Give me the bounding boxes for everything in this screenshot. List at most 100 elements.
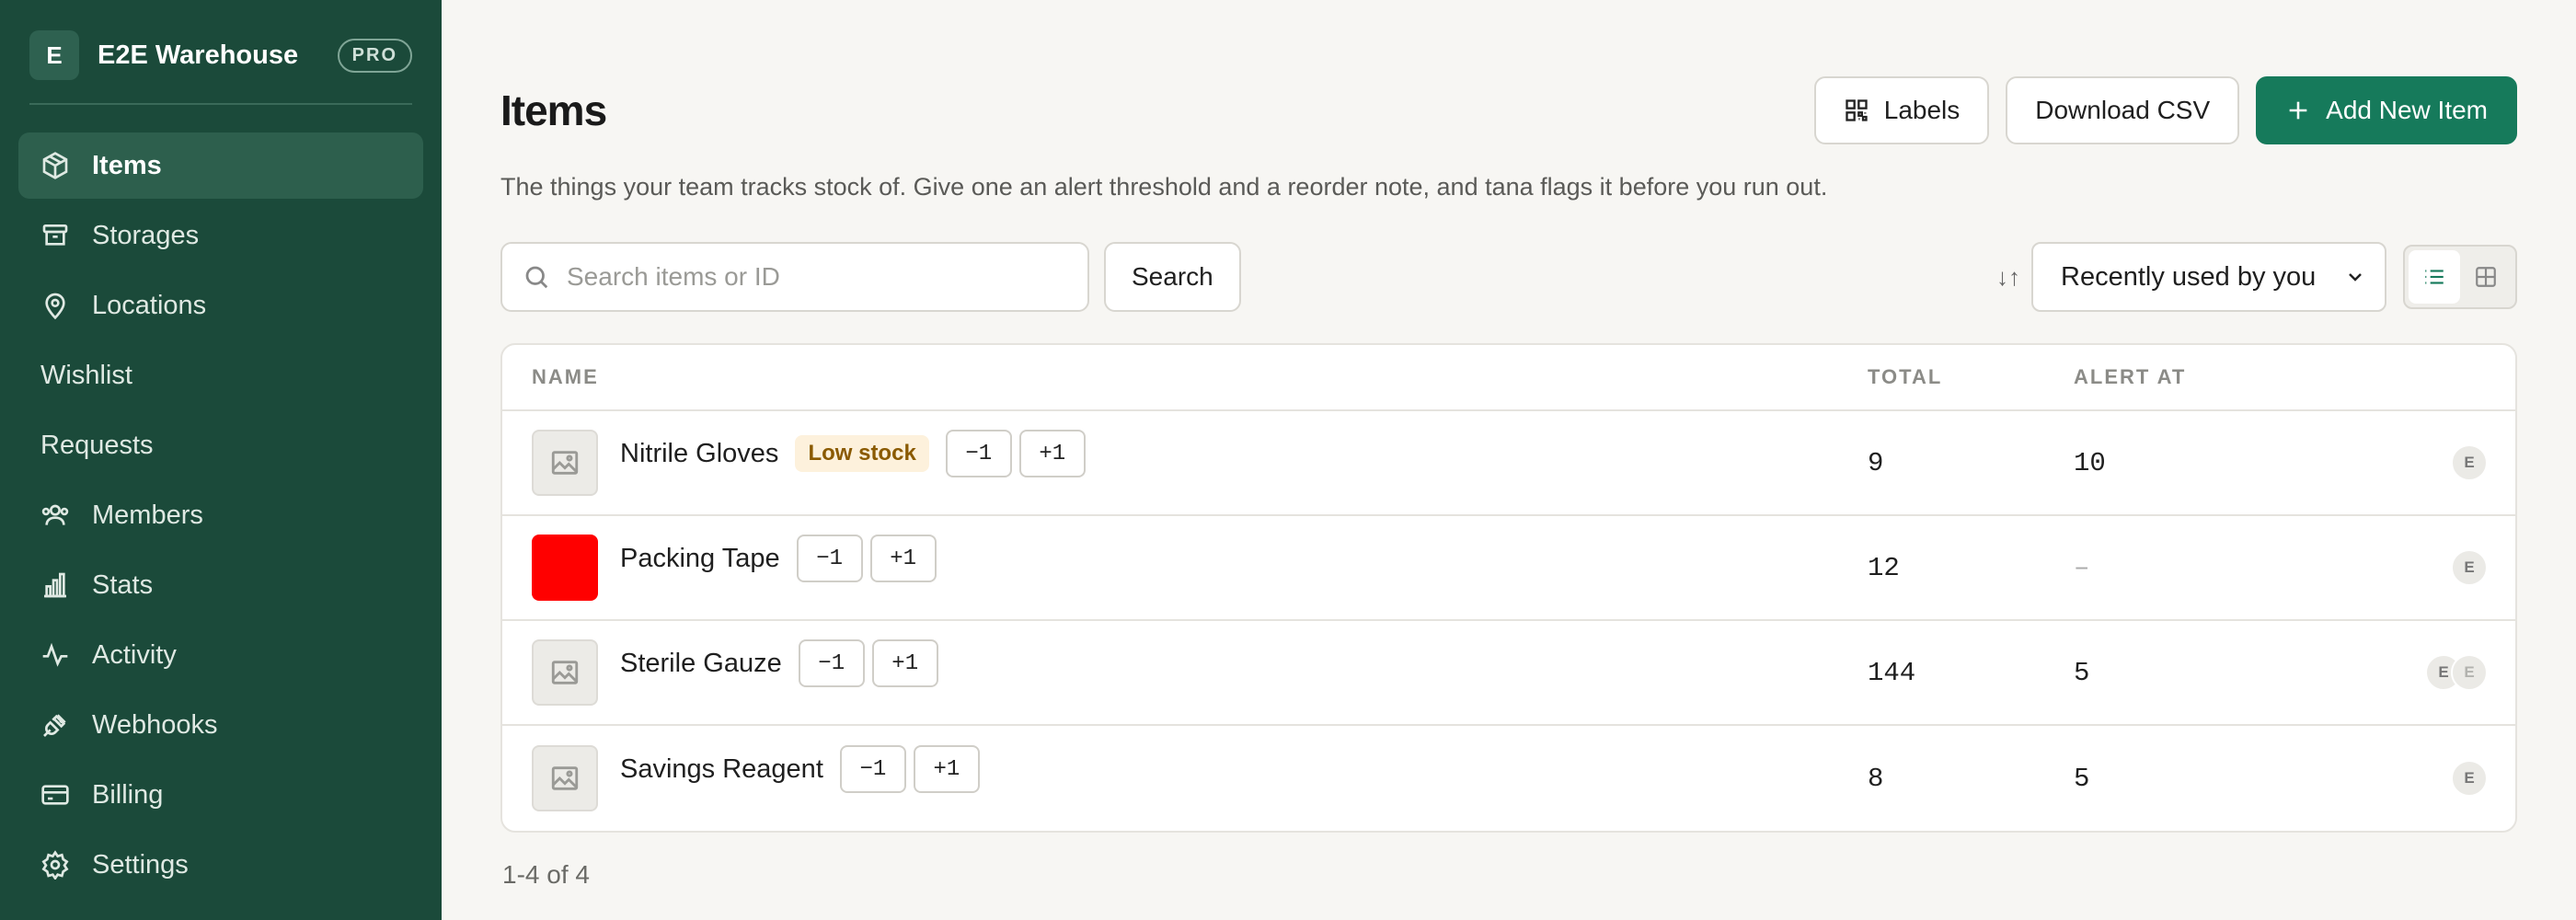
sidebar-item-wishlist[interactable]: Wishlist: [18, 342, 423, 408]
item-total: 144: [1868, 657, 1916, 688]
search-button[interactable]: Search: [1104, 242, 1241, 312]
download-csv-button[interactable]: Download CSV: [2006, 76, 2240, 144]
workspace-avatar: E: [29, 30, 79, 80]
recent-users: E: [2451, 760, 2488, 797]
low-stock-badge: Low stock: [795, 435, 929, 472]
recent-users: E: [2451, 444, 2488, 481]
sidebar-item-members[interactable]: Members: [18, 482, 423, 548]
recent-users: E E: [2425, 654, 2488, 691]
add-new-item-button[interactable]: Add New Item: [2256, 76, 2517, 144]
activity-icon: [40, 640, 70, 670]
sidebar-item-billing[interactable]: Billing: [18, 762, 423, 828]
increment-button[interactable]: +1: [871, 639, 938, 687]
item-alert-threshold: 10: [2074, 447, 2106, 478]
increment-button[interactable]: +1: [869, 535, 937, 582]
workspace-name: E2E Warehouse: [98, 40, 299, 70]
pagination-count: 1-4 of 4: [502, 860, 590, 889]
column-header-alert[interactable]: ALERT AT: [2074, 365, 2515, 389]
sort-select[interactable]: Recently used by you: [2031, 242, 2386, 312]
sidebar-divider: [29, 103, 412, 105]
sidebar-item-webhooks[interactable]: Webhooks: [18, 692, 423, 758]
table-row[interactable]: Savings Reagent −1 +1 8 5 E: [502, 726, 2515, 831]
items-table: NAME TOTAL ALERT AT Nitrile Gloves Low s…: [500, 343, 2517, 833]
column-header-total[interactable]: TOTAL: [1868, 365, 2074, 389]
table-row[interactable]: Sterile Gauze −1 +1 144 5 E E: [502, 621, 2515, 726]
search-icon: [525, 266, 548, 289]
item-total: 9: [1868, 447, 1884, 478]
sidebar-item-label: Stats: [92, 569, 154, 600]
quantity-stepper: −1 +1: [839, 745, 987, 793]
search-field[interactable]: [500, 242, 1089, 312]
workspace-switcher[interactable]: E E2E Warehouse PRO: [18, 28, 423, 83]
download-csv-label: Download CSV: [2035, 96, 2211, 124]
recent-users: E: [2451, 549, 2488, 586]
quantity-stepper: −1 +1: [796, 535, 944, 582]
decrement-button[interactable]: −1: [796, 535, 863, 582]
decrement-button[interactable]: −1: [798, 639, 865, 687]
grid-view-button[interactable]: [2460, 250, 2512, 304]
labels-button-label: Labels: [1883, 96, 1961, 124]
box-icon: [40, 151, 70, 180]
sidebar-item-locations[interactable]: Locations: [18, 272, 423, 339]
sidebar-item-label: Locations: [92, 290, 207, 320]
item-name[interactable]: Sterile Gauze: [620, 649, 782, 679]
item-alert-threshold: 5: [2074, 657, 2090, 688]
sidebar-item-stats[interactable]: Stats: [18, 552, 423, 618]
column-header-name[interactable]: NAME: [502, 365, 1868, 389]
toolbar: Search ↓↑ Recently used by you: [500, 242, 2517, 312]
sidebar-nav: Items Storages Locations Wishlist Reques…: [18, 132, 423, 898]
list-view-button[interactable]: [2409, 250, 2460, 304]
decrement-button[interactable]: −1: [945, 430, 1012, 477]
sidebar-item-settings[interactable]: Settings: [18, 832, 423, 898]
item-name[interactable]: Savings Reagent: [620, 754, 823, 785]
decrement-button[interactable]: −1: [839, 745, 906, 793]
sidebar-item-label: Webhooks: [92, 709, 218, 740]
table-row[interactable]: Packing Tape −1 +1 12 – E: [502, 516, 2515, 621]
users-icon: [40, 500, 70, 530]
sidebar-item-label: Requests: [40, 430, 154, 460]
sidebar-item-label: Wishlist: [40, 360, 132, 390]
sidebar-item-activity[interactable]: Activity: [18, 622, 423, 688]
image-placeholder-icon: [551, 766, 579, 790]
item-total: 8: [1868, 763, 1884, 794]
map-pin-icon: [40, 291, 70, 320]
quantity-stepper: −1 +1: [798, 639, 946, 687]
avatar: E: [2451, 654, 2488, 691]
sidebar-item-requests[interactable]: Requests: [18, 412, 423, 478]
avatar: E: [2451, 444, 2488, 481]
sidebar-item-label: Settings: [92, 849, 189, 880]
archive-icon: [40, 221, 70, 250]
sidebar-item-storages[interactable]: Storages: [18, 202, 423, 269]
table-row[interactable]: Nitrile Gloves Low stock −1 +1 9 10 E: [502, 411, 2515, 516]
avatar: E: [2451, 760, 2488, 797]
sidebar-item-label: Members: [92, 500, 203, 530]
sidebar-item-label: Billing: [92, 779, 164, 810]
quantity-stepper: −1 +1: [945, 430, 1093, 477]
credit-card-icon: [40, 780, 70, 810]
sidebar-item-label: Items: [92, 150, 162, 180]
page-header: Items Labels Download CSV Add New Item: [500, 55, 2517, 166]
sidebar-item-label: Storages: [92, 220, 200, 250]
main-content: Items Labels Download CSV Add New Item T…: [442, 0, 2576, 920]
sidebar-item-items[interactable]: Items: [18, 132, 423, 199]
labels-button[interactable]: Labels: [1813, 76, 1990, 144]
bar-chart-icon: [40, 570, 70, 600]
item-name[interactable]: Nitrile Gloves: [620, 439, 778, 469]
sidebar: E E2E Warehouse PRO Items Storages Locat…: [0, 0, 442, 920]
search-input[interactable]: [567, 262, 1067, 292]
plug-icon: [40, 710, 70, 740]
item-name[interactable]: Packing Tape: [620, 544, 780, 574]
chevron-down-icon: [2349, 273, 2362, 282]
increment-button[interactable]: +1: [1018, 430, 1086, 477]
sort-direction-icon[interactable]: ↓↑: [1996, 263, 2020, 292]
search-button-label: Search: [1132, 262, 1213, 291]
item-thumbnail: [532, 745, 598, 811]
plan-badge: PRO: [337, 38, 412, 73]
avatar: E: [2451, 549, 2488, 586]
item-thumbnail: [532, 639, 598, 706]
item-thumbnail: [532, 430, 598, 496]
list-icon: [2425, 270, 2444, 284]
increment-button[interactable]: +1: [913, 745, 980, 793]
grid-icon: [2476, 267, 2496, 287]
sort-select-value: Recently used by you: [2061, 261, 2317, 292]
